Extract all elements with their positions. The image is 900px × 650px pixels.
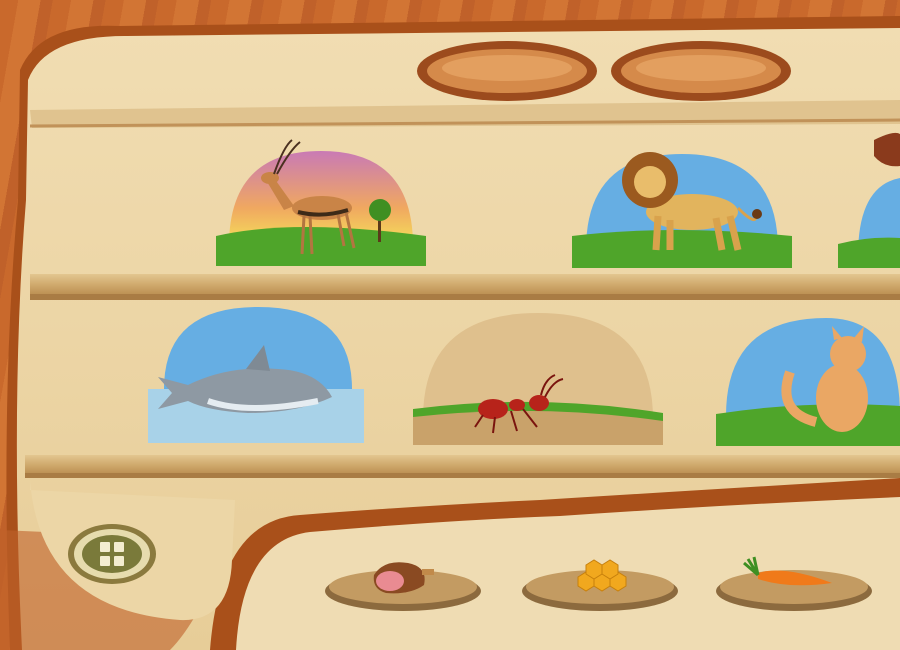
gazelle-card[interactable] — [214, 136, 429, 268]
menu-button[interactable] — [66, 522, 158, 586]
cat-card[interactable] — [716, 312, 900, 446]
ant-card[interactable] — [413, 309, 663, 445]
honeycomb-icon — [577, 559, 627, 592]
meat-plate[interactable] — [324, 555, 482, 615]
top-left-button[interactable] — [416, 40, 598, 102]
lion-card[interactable] — [572, 140, 792, 268]
shark-card[interactable] — [148, 305, 364, 445]
carrot-plate[interactable] — [714, 555, 874, 615]
honey-plate[interactable] — [520, 555, 680, 615]
top-right-button[interactable] — [610, 40, 792, 102]
horse-card[interactable] — [838, 126, 900, 268]
